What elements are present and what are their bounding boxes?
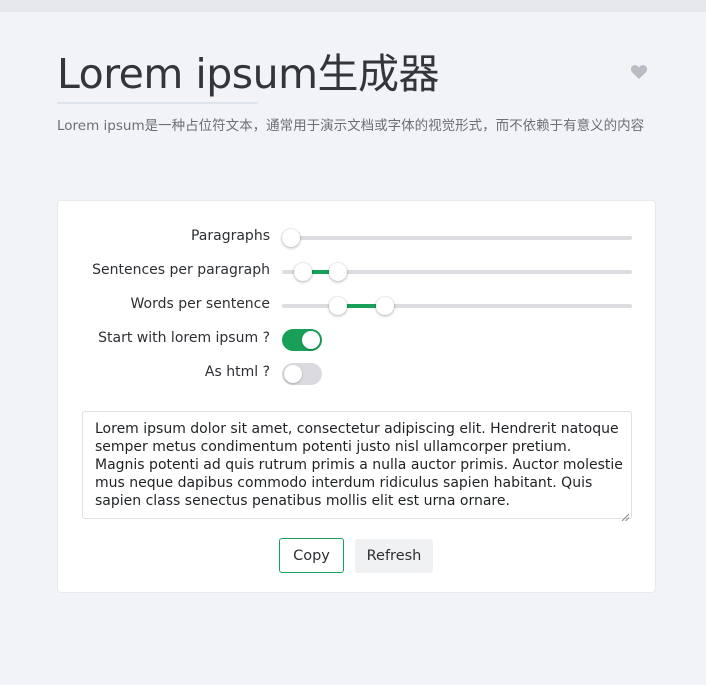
as-html-toggle[interactable]: [282, 363, 322, 385]
toggle-knob: [302, 331, 320, 349]
start-with-lorem-label: Start with lorem ipsum ?: [98, 330, 270, 346]
sentences-label: Sentences per paragraph: [92, 262, 270, 278]
top-bar: [0, 0, 706, 12]
paragraphs-slider-thumb[interactable]: [282, 229, 300, 247]
heart-icon[interactable]: [630, 64, 648, 80]
as-html-label: As html ?: [204, 364, 270, 380]
toggle-knob: [284, 365, 302, 383]
lorem-output-textarea[interactable]: Lorem ipsum dolor sit amet, consectetur …: [82, 411, 632, 522]
lorem-output-text: Lorem ipsum dolor sit amet, consectetur …: [95, 421, 623, 509]
page-title: Lorem ipsum生成器: [57, 50, 440, 98]
paragraphs-label: Paragraphs: [190, 228, 270, 244]
sentences-slider-thumb-min[interactable]: [294, 263, 312, 281]
resize-grip-icon[interactable]: [621, 508, 630, 522]
start-with-lorem-toggle[interactable]: [282, 329, 322, 351]
words-slider-thumb-min[interactable]: [329, 297, 347, 315]
refresh-button[interactable]: Refresh: [355, 539, 433, 573]
page-description: Lorem ipsum是一种占位符文本，通常用于演示文档或字体的视觉形式，而不依…: [57, 118, 645, 134]
words-slider[interactable]: [282, 297, 632, 315]
words-slider-thumb-max[interactable]: [376, 297, 394, 315]
words-label: Words per sentence: [130, 296, 270, 312]
generator-card: [57, 200, 656, 593]
copy-button[interactable]: Copy: [279, 538, 344, 573]
paragraphs-slider[interactable]: [282, 229, 632, 247]
sentences-slider[interactable]: [282, 263, 632, 281]
sentences-slider-thumb-max[interactable]: [329, 263, 347, 281]
title-underline: [57, 102, 258, 104]
